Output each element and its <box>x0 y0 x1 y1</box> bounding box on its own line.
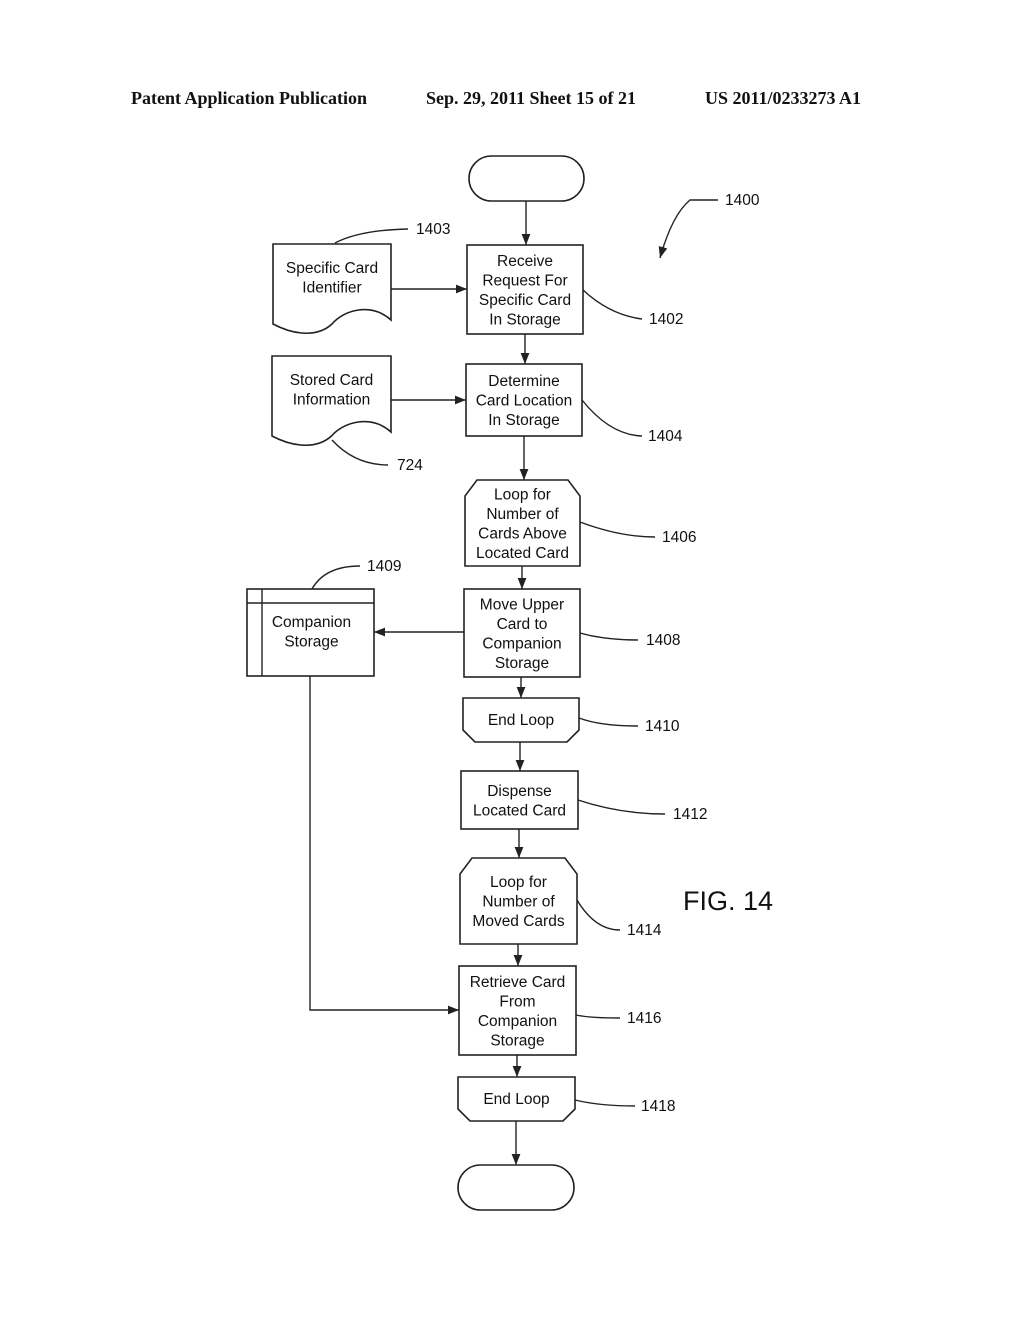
ref-number-1414: 1414 <box>627 922 662 939</box>
node-label-line: Dispense <box>487 783 552 800</box>
connector-n1409-to-n1416 <box>309 676 459 1015</box>
terminator-shape <box>457 1164 575 1211</box>
node-1402: Receive Request For Specific Card In Storag… <box>466 244 584 335</box>
node-label-line: Specific Card <box>286 260 378 277</box>
node-label-line: Companion <box>272 614 351 631</box>
node-label-line: Card to <box>497 616 548 633</box>
node-label-line: Located Card <box>476 545 569 562</box>
leader-line <box>576 899 621 931</box>
node-label-line: End Loop <box>488 712 554 729</box>
ref-number-1403: 1403 <box>416 221 450 238</box>
leader-line <box>331 439 389 466</box>
leader-line <box>578 717 639 727</box>
figure-label: FIG. 14 <box>683 886 773 916</box>
leader-line <box>334 228 409 244</box>
nodes-layer: Receive Request For Specific Card In Storag… <box>246 155 585 1211</box>
ref-number-1408: 1408 <box>646 632 680 649</box>
node-label-line: Companion <box>478 1013 557 1030</box>
node-1408: Move Upper Card to Companion Storage <box>463 588 581 678</box>
figure-ref-number: 1400 <box>725 192 760 209</box>
node-label-line: Cards Above <box>478 525 567 542</box>
node-724: Stored Card Information <box>271 355 392 447</box>
ref-number-1404: 1404 <box>648 428 683 445</box>
node-label-line: Number of <box>486 506 559 523</box>
ref-number-1409: 1409 <box>367 558 401 575</box>
node-1412: Dispense Located Card <box>460 770 579 830</box>
node-label-line: Storage <box>284 634 338 651</box>
leader-line <box>582 289 643 320</box>
node-label-line: Move Upper <box>480 596 564 613</box>
node-label-line: Storage <box>490 1032 544 1049</box>
storage-shape <box>246 588 375 677</box>
ref-number-1412: 1412 <box>673 806 707 823</box>
node-label-line: Number of <box>482 894 555 911</box>
leader-line <box>575 1014 621 1019</box>
node-label-line: In Storage <box>489 311 561 328</box>
node-label-line: Stored Card <box>290 372 374 389</box>
flowchart: Receive Request For Specific Card In Storag… <box>246 155 773 1211</box>
node-1416: Retrieve Card From Companion Storage <box>458 965 577 1056</box>
node-label-line: Request For <box>482 272 567 289</box>
node-1406: Loop for Number of Cards Above Located Card <box>464 479 581 567</box>
node-label-line: In Storage <box>488 412 560 429</box>
leader-line <box>579 521 656 538</box>
ref-number-1406: 1406 <box>662 529 696 546</box>
node-label-line: Loop for <box>494 486 551 503</box>
node-label-line: Loop for <box>490 874 547 891</box>
leader-line <box>581 399 643 437</box>
node-1410: End Loop <box>462 697 580 743</box>
node-1418: End Loop <box>457 1076 576 1122</box>
node-label-line: Card Location <box>476 393 573 410</box>
node-label-line: Specific Card <box>479 292 571 309</box>
node-label-line: Identifier <box>302 280 361 297</box>
figure-ref-arrow <box>658 199 718 259</box>
node-label-line: Companion <box>482 635 561 652</box>
node-label-line: Located Card <box>473 802 566 819</box>
node-1404: Determine Card Location In Storage <box>465 363 583 437</box>
node-end <box>457 1164 575 1211</box>
process-shape <box>460 770 579 830</box>
leader-line <box>579 632 639 641</box>
node-label-line: Information <box>293 392 371 409</box>
node-label-line: Determine <box>488 373 560 390</box>
ref-number-724: 724 <box>397 457 423 474</box>
node-label-line: Storage <box>495 655 549 672</box>
ref-number-1418: 1418 <box>641 1098 675 1115</box>
node-label-line: Moved Cards <box>472 913 564 930</box>
node-label-line: End Loop <box>483 1091 549 1108</box>
node-label-line: From <box>499 993 535 1010</box>
ref-number-1410: 1410 <box>645 718 680 735</box>
node-1414: Loop for Number of Moved Cards <box>459 857 578 945</box>
node-label-line: Retrieve Card <box>470 974 566 991</box>
leader-line <box>577 799 666 815</box>
node-1403: Specific Card Identifier <box>272 243 392 335</box>
node-1409: Companion Storage <box>246 588 375 677</box>
ref-number-1402: 1402 <box>649 311 683 328</box>
terminator-shape <box>468 155 585 202</box>
node-label-line: Receive <box>497 253 553 270</box>
node-start <box>468 155 585 202</box>
leader-line <box>574 1099 636 1107</box>
ref-number-1416: 1416 <box>627 1010 661 1027</box>
leader-line <box>311 565 361 590</box>
